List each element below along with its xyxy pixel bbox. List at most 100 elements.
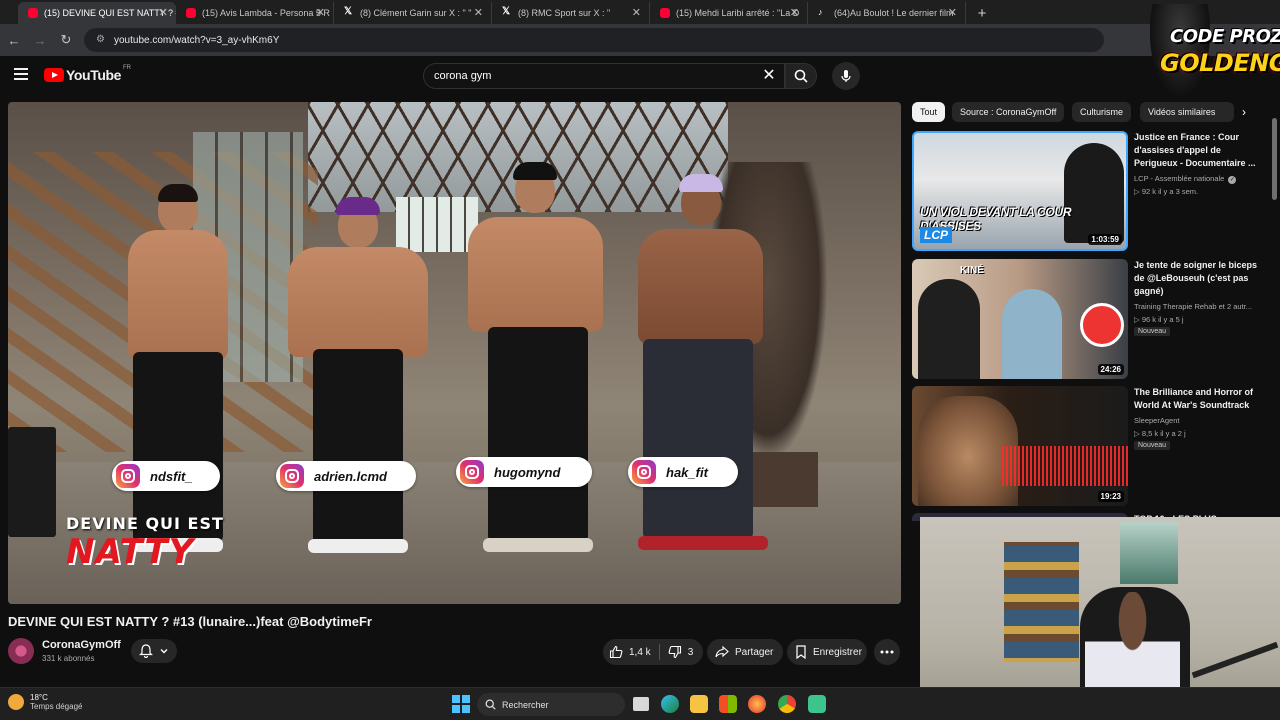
divider xyxy=(658,644,660,660)
recommendation-item[interactable]: 19:23 The Brilliance and Horror of World… xyxy=(912,386,1253,506)
x-icon: 𝕏 xyxy=(344,6,353,17)
chip-all[interactable]: Tout xyxy=(912,102,946,122)
webcam-poster xyxy=(1120,522,1178,584)
forward-icon[interactable]: → xyxy=(28,28,52,52)
recommendation-item[interactable]: KINÉ 24:26 Je tente de soigner le biceps… xyxy=(912,259,1257,379)
instagram-handle-tag: adrien.lcmd xyxy=(276,461,416,491)
brand-line2: GOLDENG xyxy=(1160,49,1280,77)
chip-bodybuilding[interactable]: Culturisme xyxy=(1072,102,1132,122)
close-icon[interactable]: ✕ xyxy=(632,6,641,19)
clear-search-icon[interactable]: ✕ xyxy=(758,64,780,86)
video-duration: 1:03:59 xyxy=(1088,234,1122,245)
video-player[interactable]: ndsfit_ adrien.lcmd hugomynd hak_fit DEV… xyxy=(8,102,901,604)
browser-tab[interactable]: ♪ (64)Au Boulot ! Le dernier film ✕ xyxy=(808,2,966,24)
recommendation-title[interactable]: The Brilliance and Horror of World At Wa… xyxy=(1134,386,1258,412)
edge-icon[interactable] xyxy=(661,695,679,713)
taskbar-search[interactable]: Rechercher xyxy=(477,693,625,716)
tab-label: (64)Au Boulot ! Le dernier film xyxy=(834,8,954,18)
meta-text: 96 k il y a 5 j xyxy=(1141,315,1184,324)
firefox-icon[interactable] xyxy=(748,695,766,713)
tab-label: (15) Mehdi Laribi arrêté : "La D xyxy=(676,8,800,18)
dislike-icon[interactable] xyxy=(668,645,682,659)
recommendation-channel[interactable]: LCP - Assemblée nationale ✓ xyxy=(1134,174,1258,184)
instagram-handle-tag: ndsfit_ xyxy=(112,461,220,491)
x-icon: 𝕏 xyxy=(502,6,511,17)
instagram-icon xyxy=(280,464,304,488)
tiktok-icon: ♪ xyxy=(818,7,823,17)
recommendation-title[interactable]: Justice en France : Cour d'assises d'app… xyxy=(1134,131,1258,170)
share-icon xyxy=(715,645,729,658)
browser-tab[interactable]: 𝕏 (8) RMC Sport sur X : " ✕ xyxy=(492,2,650,24)
app-icon[interactable] xyxy=(808,695,826,713)
youtube-header: YouTube FR corona gym ✕ xyxy=(0,56,1280,96)
browser-tab[interactable]: (15) DEVINE QUI EST NATTY ? # ✕ xyxy=(18,2,176,24)
instagram-handle-tag: hugomynd xyxy=(456,457,592,487)
recommendation-meta: ▷ 96 k il y a 5 j xyxy=(1134,315,1184,324)
meta-text: 8,5 k il y a 2 j xyxy=(1141,429,1186,438)
menu-icon[interactable] xyxy=(14,68,28,80)
dislike-count[interactable]: 3 xyxy=(688,647,694,658)
new-badge: Nouveau xyxy=(1134,441,1171,450)
webcam-microphone-arm xyxy=(1191,641,1279,679)
like-icon[interactable] xyxy=(609,645,623,659)
back-icon[interactable]: ← xyxy=(2,28,26,52)
share-button[interactable]: Partager xyxy=(707,639,783,665)
store-icon[interactable] xyxy=(719,695,737,713)
new-tab-button[interactable]: + xyxy=(970,2,994,24)
video-duration: 24:26 xyxy=(1097,364,1124,375)
close-icon[interactable]: ✕ xyxy=(474,6,483,19)
video-duration: 19:23 xyxy=(1097,491,1124,502)
chrome-icon[interactable] xyxy=(778,695,796,713)
url-field[interactable]: ⚙ youtube.com/watch?v=3_ay-vhKm6Y xyxy=(84,28,1104,52)
reload-icon[interactable]: ↻ xyxy=(54,28,78,52)
brand-line1: CODE PROZIS xyxy=(1170,26,1280,47)
close-icon[interactable]: ✕ xyxy=(790,6,799,19)
windows-start-icon[interactable] xyxy=(452,695,470,713)
video-title: DEVINE QUI EST NATTY ? #13 (lunaire...)f… xyxy=(8,614,372,629)
recommendation-title[interactable]: Je tente de soigner le biceps de @LeBous… xyxy=(1134,259,1258,298)
save-button[interactable]: Enregistrer xyxy=(787,639,867,665)
task-view-icon[interactable] xyxy=(633,697,649,711)
views-icon: ▷ xyxy=(1134,429,1142,438)
like-dislike-group: 1,4 k 3 xyxy=(603,639,703,665)
scrollbar-thumb[interactable] xyxy=(1272,118,1277,200)
instagram-handle: hak_fit xyxy=(666,464,708,480)
close-icon[interactable]: ✕ xyxy=(948,6,957,19)
video-thumbnail[interactable]: KINÉ 24:26 xyxy=(912,259,1128,379)
channel-name[interactable]: CoronaGymOff xyxy=(42,639,121,651)
search-button[interactable] xyxy=(785,63,817,89)
chip-source[interactable]: Source : CoronaGymOff xyxy=(952,102,1065,122)
channel-avatar[interactable] xyxy=(8,638,34,664)
recommendation-channel[interactable]: Training Therapie Rehab et 2 autr... xyxy=(1134,302,1258,311)
instagram-icon xyxy=(116,464,140,488)
browser-tab[interactable]: (15) Avis Lambda - Persona 5 R ✕ xyxy=(176,2,334,24)
notification-bell-button[interactable] xyxy=(131,639,177,663)
like-count[interactable]: 1,4 k xyxy=(629,647,651,658)
video-thumbnail[interactable]: 19:23 xyxy=(912,386,1128,506)
site-info-icon[interactable]: ⚙ xyxy=(96,34,108,46)
browser-tab[interactable]: 𝕏 (8) Clément Garin sur X : " " ✕ xyxy=(334,2,492,24)
file-explorer-icon[interactable] xyxy=(690,695,708,713)
views-icon: ▷ xyxy=(1134,187,1142,196)
close-icon[interactable]: ✕ xyxy=(316,6,325,19)
meta-text: 92 k il y a 3 sem. xyxy=(1141,187,1199,196)
webcam-shelf xyxy=(1004,542,1079,662)
video-thumbnail[interactable]: UN VIOL DEVANT LA COUR D'ASSISES LCP 1:0… xyxy=(912,131,1128,251)
channel-name-text: LCP - Assemblée nationale xyxy=(1134,174,1225,183)
chevron-right-icon[interactable]: › xyxy=(1236,104,1252,120)
logo-text: YouTube xyxy=(66,67,122,83)
search-input[interactable]: corona gym xyxy=(423,63,785,89)
voice-search-button[interactable] xyxy=(832,62,860,90)
weather-widget[interactable]: 18°C Temps dégagé xyxy=(8,693,82,711)
bell-icon xyxy=(139,644,153,658)
close-icon[interactable]: ✕ xyxy=(159,6,168,19)
recommendation-meta: ▷ 92 k il y a 3 sem. xyxy=(1134,187,1198,196)
chip-similar[interactable]: Vidéos similaires xyxy=(1140,102,1234,122)
youtube-icon xyxy=(660,8,670,18)
more-actions-button[interactable] xyxy=(874,639,900,665)
browser-tab[interactable]: (15) Mehdi Laribi arrêté : "La D ✕ xyxy=(650,2,808,24)
youtube-logo[interactable]: YouTube FR xyxy=(44,65,131,83)
recommendation-channel[interactable]: SleeperAgent xyxy=(1134,416,1258,425)
recommendation-item[interactable]: UN VIOL DEVANT LA COUR D'ASSISES LCP 1:0… xyxy=(912,131,1256,251)
microphone-icon xyxy=(841,70,851,82)
